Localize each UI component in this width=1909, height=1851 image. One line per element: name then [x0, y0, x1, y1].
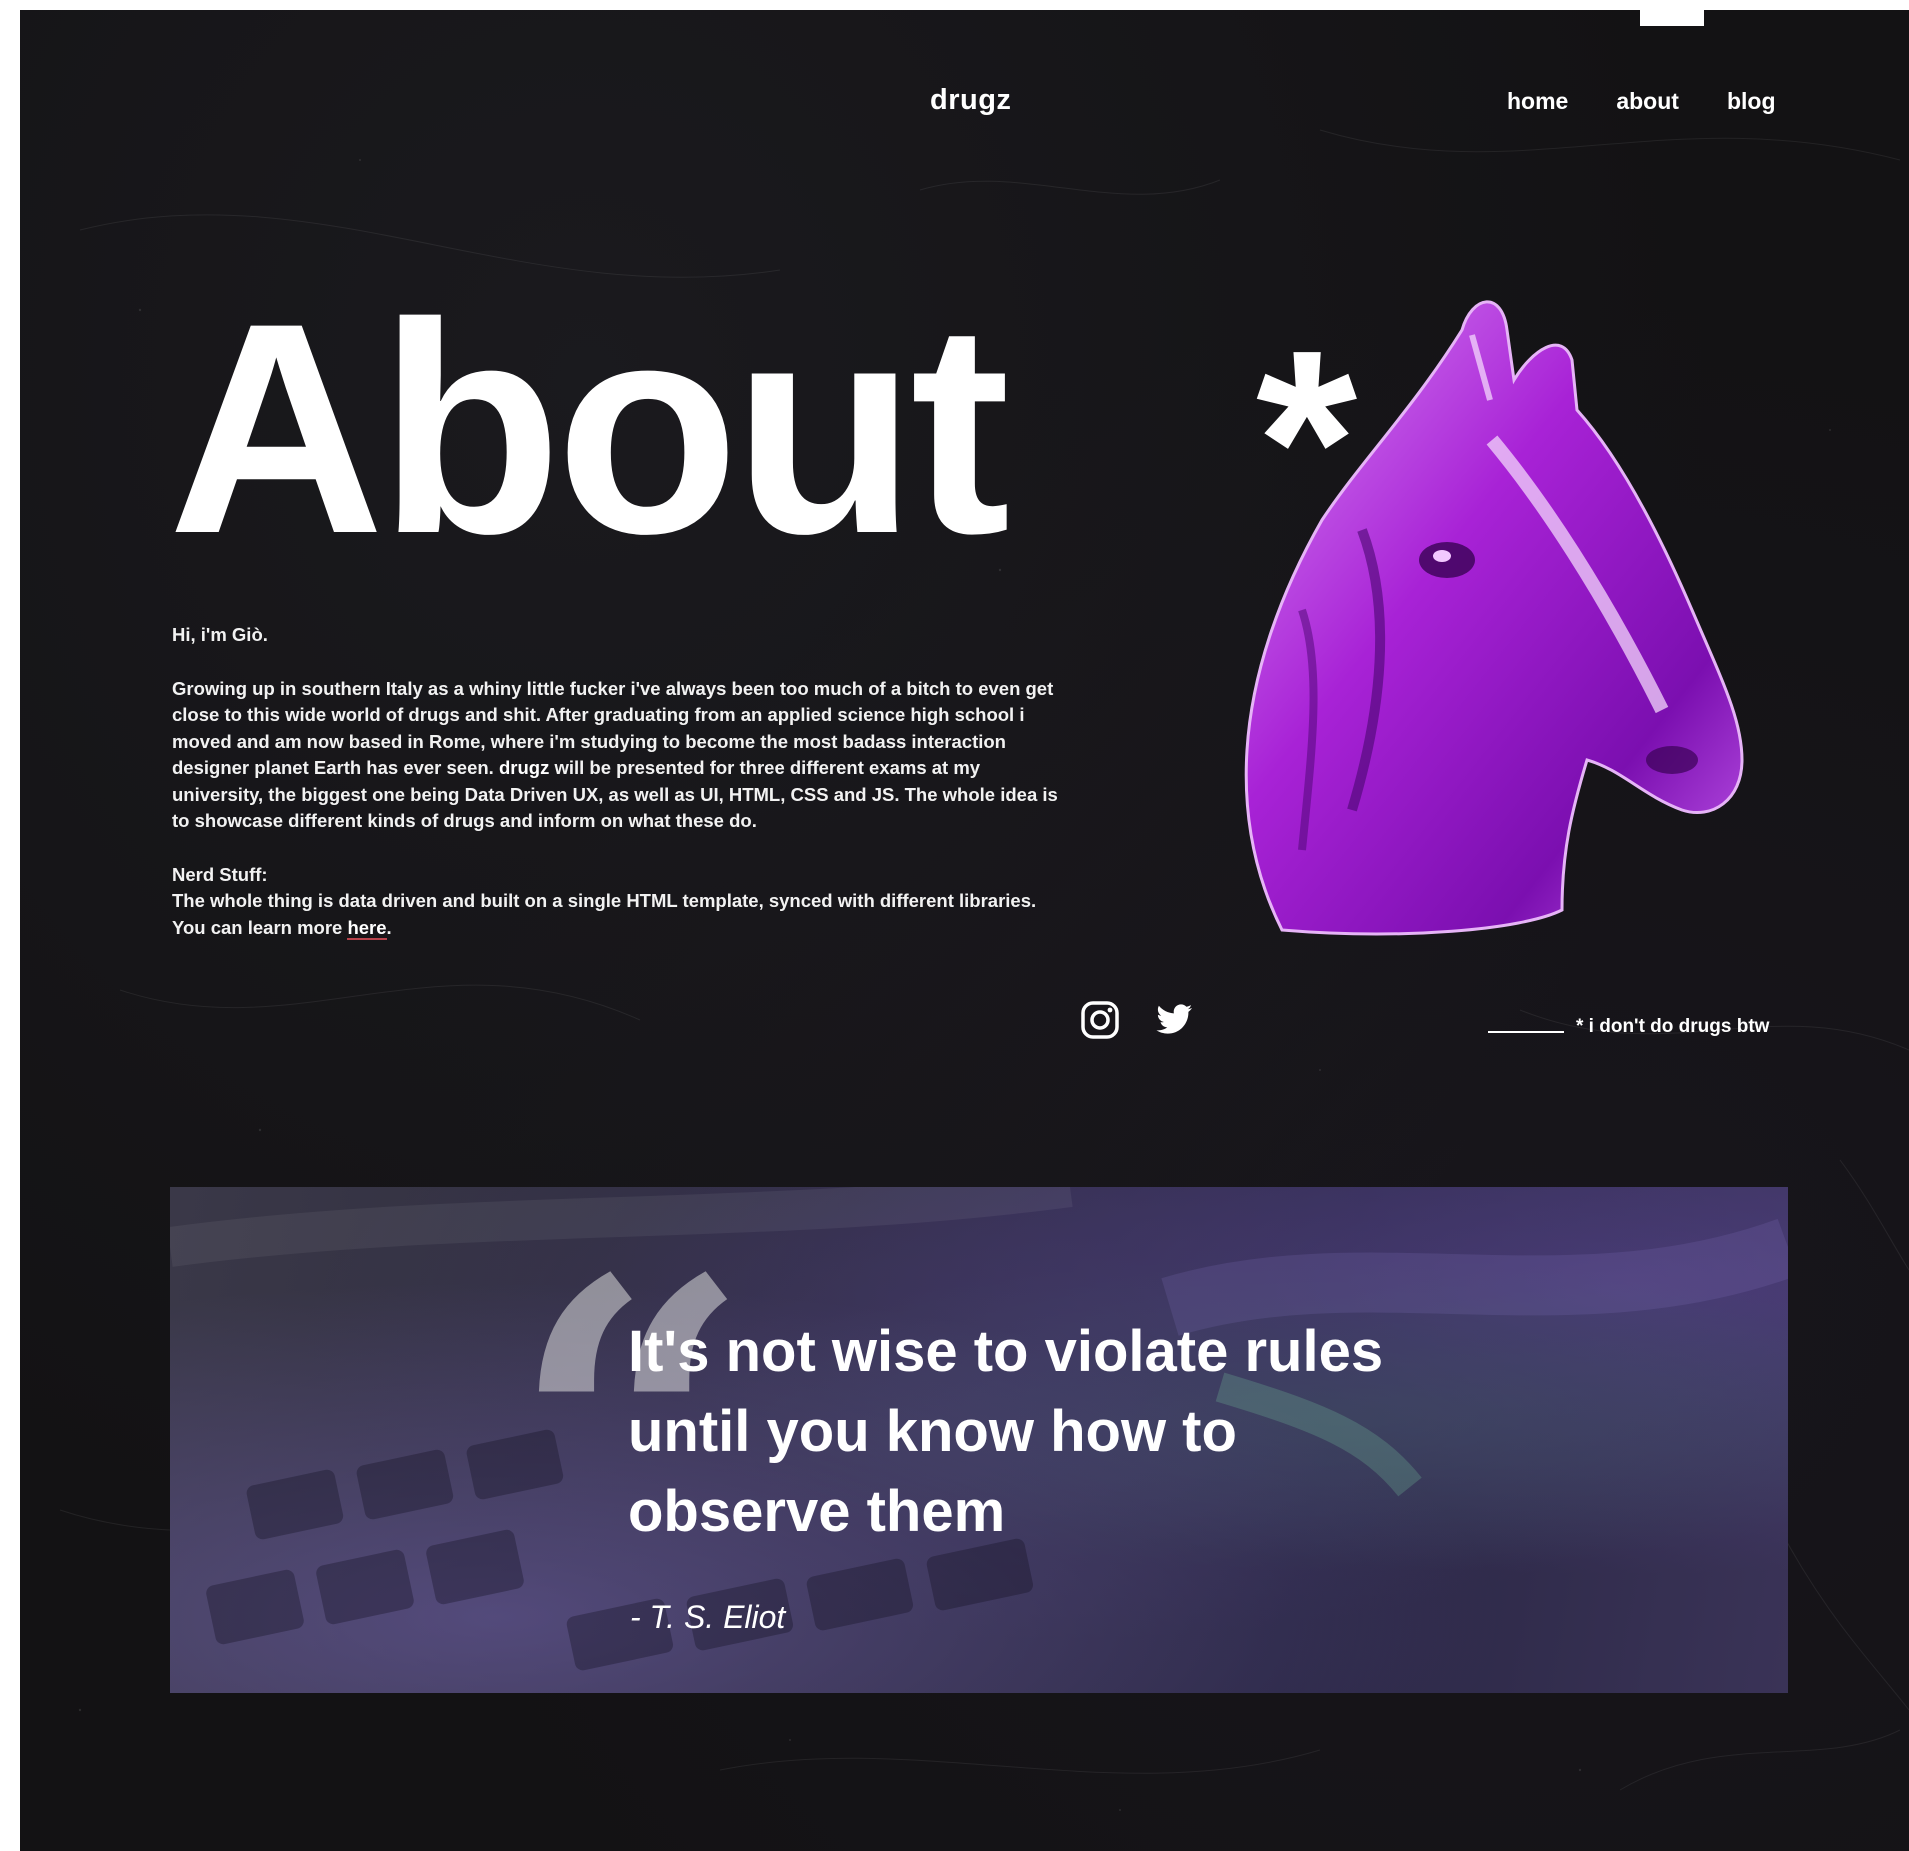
quote-panel: “ It's not wise to violate rules until y…	[170, 1187, 1788, 1693]
page-title: About	[168, 260, 1010, 596]
nav-home[interactable]: home	[1507, 88, 1568, 115]
disclaimer-line	[1488, 1031, 1564, 1033]
bio-greeting: Hi, i'm Giò.	[172, 624, 268, 645]
hero-asterisk: *	[1256, 297, 1358, 587]
nav-about[interactable]: about	[1616, 88, 1679, 115]
bio-section: Hi, i'm Giò. Growing up in southern Ital…	[172, 622, 1062, 968]
main-nav: home about blog	[1507, 88, 1776, 115]
nerd-text: The whole thing is data driven and built…	[172, 890, 1037, 938]
nerd-stuff: Nerd Stuff: The whole thing is data drive…	[172, 862, 1062, 942]
page: drugz home about blog About * Hi, i'm Gi…	[20, 10, 1909, 1851]
disclaimer-text: * i don't do drugs btw	[1576, 1016, 1770, 1037]
nerd-end: .	[386, 916, 392, 938]
nerd-heading: Nerd Stuff:	[172, 863, 268, 885]
instagram-icon[interactable]	[1080, 1000, 1120, 1040]
quote-author: - T. S. Eliot	[630, 1599, 786, 1635]
bio-paragraph: Growing up in southern Italy as a whiny …	[172, 676, 1062, 835]
social-links	[1080, 1000, 1194, 1040]
quote-text: It's not wise to violate rules until you…	[628, 1319, 1384, 1544]
brand-logo[interactable]: drugz	[930, 84, 1011, 117]
nav-blog[interactable]: blog	[1727, 88, 1776, 115]
top-notch	[1640, 10, 1704, 26]
disclaimer: * i don't do drugs btw	[1488, 1016, 1769, 1038]
twitter-icon[interactable]	[1154, 1000, 1194, 1040]
learn-more-link[interactable]: here	[347, 916, 387, 940]
bio-brand-mention: drugz	[498, 757, 550, 778]
